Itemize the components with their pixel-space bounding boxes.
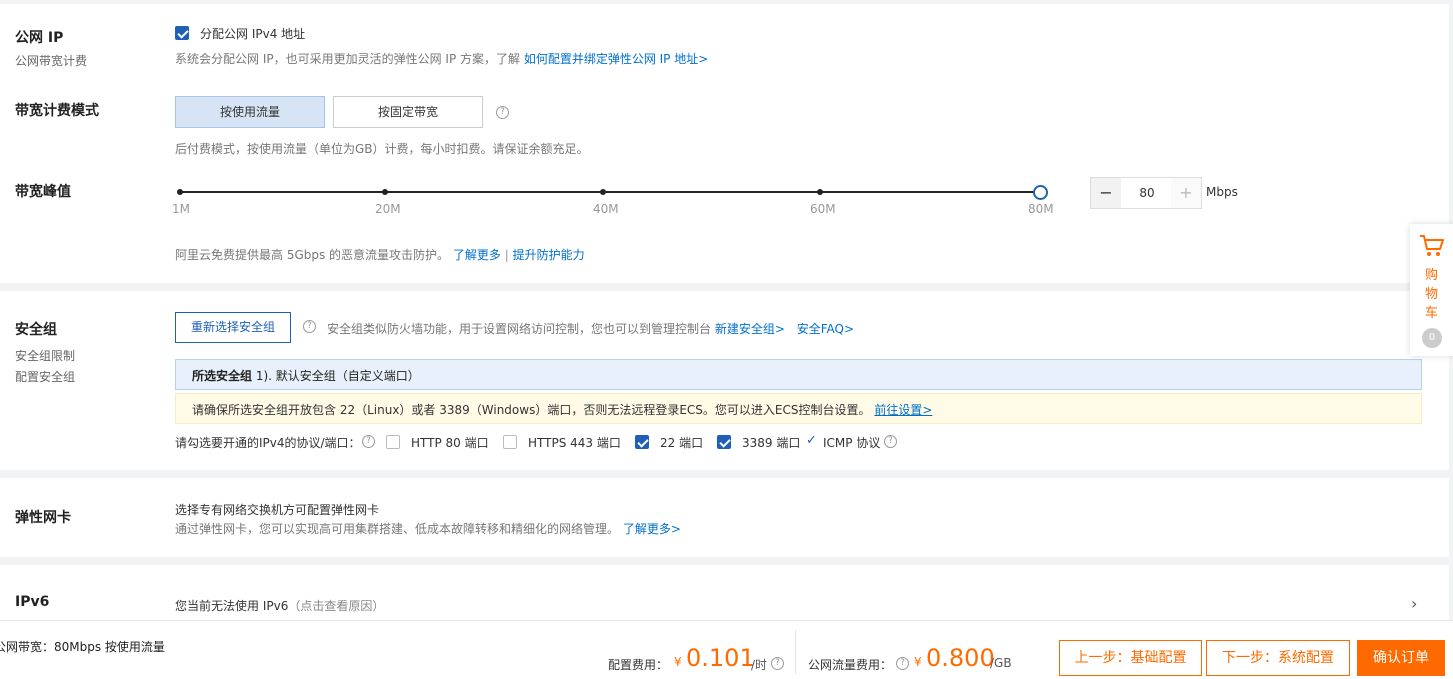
bandwidth-note-text: 阿里云免费提供最高 5Gbps 的恶意流量攻击防护。 bbox=[175, 248, 450, 262]
http-80-checkbox[interactable] bbox=[386, 435, 400, 449]
security-group-title: 安全组 bbox=[15, 322, 57, 338]
traffic-fee-currency: ¥ bbox=[914, 655, 922, 669]
icmp-label: ICMP 协议 bbox=[823, 436, 881, 450]
stepper-minus-button[interactable]: − bbox=[1091, 178, 1121, 208]
port-3389-label: 3389 端口 bbox=[742, 436, 801, 450]
public-ip-desc-text: 系统会分配公网 IP，也可采用更加灵活的弹性公网 IP 方案，了解 bbox=[175, 52, 520, 66]
new-security-group-link[interactable]: 新建安全组> bbox=[715, 322, 785, 336]
stepper-plus-button[interactable]: + bbox=[1171, 178, 1201, 208]
traffic-fee-label: 公网流量费用： bbox=[808, 658, 893, 672]
selected-security-group: 所选安全组 1). 默认安全组（自定义端口） bbox=[192, 367, 420, 384]
cart-label-2: 物 bbox=[1425, 287, 1439, 302]
public-ip-subtitle: 公网带宽计费 bbox=[15, 54, 88, 68]
cart-icon bbox=[1420, 235, 1444, 256]
config-fee-label: 配置费用： bbox=[608, 658, 669, 672]
bandwidth-stepper: − 80 + bbox=[1090, 177, 1202, 209]
port-22-label: 22 端口 bbox=[660, 436, 704, 450]
security-group-desc-text: 安全组类似防火墙功能，用于设置网络访问控制，您也可以到管理控制台 bbox=[327, 322, 712, 336]
eni-title: 弹性网卡 bbox=[15, 510, 71, 526]
eni-line-2: 通过弹性网卡，您可以实现高可用集群搭建、低成本故障转移和精细化的网络管理。 了解… bbox=[175, 520, 681, 537]
reselect-security-group-button[interactable]: 重新选择安全组 bbox=[175, 312, 291, 343]
security-group-subtitle-2: 配置安全组 bbox=[15, 370, 76, 384]
slider-stop-20m bbox=[382, 189, 388, 195]
config-fee-help-icon[interactable]: ? bbox=[771, 657, 784, 670]
slider-stop-40m bbox=[600, 189, 606, 195]
https-443-label: HTTPS 443 端口 bbox=[528, 436, 621, 450]
bandwidth-note: 阿里云免费提供最高 5Gbps 的恶意流量攻击防护。 了解更多 | 提升防护能力 bbox=[175, 246, 585, 263]
improve-protection-link[interactable]: 提升防护能力 bbox=[513, 248, 585, 262]
config-fee-currency: ¥ bbox=[674, 655, 682, 669]
billing-help-icon[interactable]: ? bbox=[496, 106, 509, 119]
port-3389-checkbox[interactable] bbox=[717, 435, 731, 449]
ports-help-icon[interactable]: ? bbox=[362, 435, 375, 448]
port-22-checkbox[interactable] bbox=[635, 435, 649, 449]
traffic-fee-value: 0.800 bbox=[926, 644, 995, 672]
icmp-help-icon[interactable]: ? bbox=[884, 435, 897, 448]
port-warning-text: 请确保所选安全组开放包含 22（Linux）或者 3389（Windows）端口… bbox=[192, 403, 871, 417]
footer-divider bbox=[795, 630, 796, 674]
config-fee-unit: /时 bbox=[751, 658, 768, 672]
ipv6-chevron-right-icon[interactable]: › bbox=[1411, 594, 1417, 613]
eni-learn-more-link[interactable]: 了解更多> bbox=[623, 522, 681, 536]
cart-count-badge: 0 bbox=[1422, 328, 1442, 348]
billing-traffic-button[interactable]: 按使用流量 bbox=[175, 96, 325, 128]
security-faq-link[interactable]: 安全FAQ> bbox=[797, 322, 854, 336]
selected-security-group-value: 1). 默认安全组（自定义端口） bbox=[255, 369, 420, 383]
tick-40m: 40M bbox=[593, 202, 619, 216]
cart-label-3: 车 bbox=[1425, 306, 1439, 321]
bandwidth-slider-track[interactable] bbox=[180, 191, 1040, 193]
http-80-label: HTTP 80 端口 bbox=[411, 436, 489, 450]
public-ip-title: 公网 IP bbox=[15, 30, 64, 46]
icmp-check-icon: ✓ bbox=[806, 433, 817, 448]
cart-panel[interactable]: 购 物 车 0 bbox=[1410, 224, 1453, 356]
eni-line-2-text: 通过弹性网卡，您可以实现高可用集群搭建、低成本故障转移和精细化的网络管理。 bbox=[175, 522, 620, 536]
note-separator: | bbox=[504, 248, 509, 262]
ports-label: 请勾选要开通的IPv4的协议/端口： bbox=[175, 436, 361, 450]
eni-line-1: 选择专有网络交换机方可配置弹性网卡 bbox=[175, 503, 380, 517]
security-group-desc: 安全组类似防火墙功能，用于设置网络访问控制，您也可以到管理控制台 新建安全组> … bbox=[327, 320, 854, 337]
billing-mode-desc: 后付费模式，按使用流量（单位为GB）计费，每小时扣费。请保证余额充足。 bbox=[175, 142, 589, 156]
https-443-checkbox[interactable] bbox=[503, 435, 517, 449]
bandwidth-slider-handle[interactable] bbox=[1033, 185, 1048, 200]
bandwidth-value-input[interactable]: 80 bbox=[1121, 178, 1173, 208]
eip-config-link[interactable]: 如何配置并绑定弹性公网 IP 地址> bbox=[524, 52, 708, 66]
slider-stop-1m bbox=[177, 189, 183, 195]
tick-60m: 60M bbox=[810, 202, 836, 216]
bandwidth-title: 带宽峰值 bbox=[15, 184, 71, 200]
confirm-order-button[interactable]: 确认订单 bbox=[1357, 640, 1445, 676]
bandwidth-unit: Mbps bbox=[1206, 185, 1238, 199]
traffic-fee-help-icon[interactable]: ? bbox=[896, 657, 909, 670]
assign-ipv4-label: 分配公网 IPv4 地址 bbox=[200, 27, 306, 41]
public-ip-desc: 系统会分配公网 IP，也可采用更加灵活的弹性公网 IP 方案，了解 如何配置并绑… bbox=[175, 50, 708, 67]
traffic-fee-unit: /GB bbox=[990, 656, 1012, 670]
port-warning: 请确保所选安全组开放包含 22（Linux）或者 3389（Windows）端口… bbox=[192, 401, 932, 418]
ipv6-desc[interactable]: 您当前无法使用 IPv6（点击查看原因） bbox=[175, 597, 384, 614]
ipv6-desc-hint: （点击查看原因） bbox=[288, 599, 385, 613]
next-step-button[interactable]: 下一步：系统配置 bbox=[1206, 640, 1350, 676]
selected-security-group-label: 所选安全组 bbox=[192, 369, 253, 383]
tick-1m: 1M bbox=[172, 202, 190, 216]
cart-label-1: 购 bbox=[1425, 268, 1439, 283]
ipv6-title: IPv6 bbox=[15, 594, 50, 610]
footer-summary: 公网带宽：80Mbps 按使用流量 bbox=[0, 640, 165, 654]
tick-80m: 80M bbox=[1028, 202, 1054, 216]
billing-mode-title: 带宽计费模式 bbox=[15, 103, 99, 119]
tick-20m: 20M bbox=[375, 202, 401, 216]
slider-stop-60m bbox=[817, 189, 823, 195]
go-settings-link[interactable]: 前往设置> bbox=[874, 403, 932, 417]
learn-more-link[interactable]: 了解更多 bbox=[453, 248, 501, 262]
security-group-help-icon[interactable]: ? bbox=[303, 320, 316, 333]
assign-ipv4-checkbox[interactable] bbox=[175, 26, 189, 40]
ipv6-desc-text: 您当前无法使用 IPv6 bbox=[175, 599, 289, 613]
config-fee-value: 0.101 bbox=[686, 644, 755, 672]
security-group-subtitle-1: 安全组限制 bbox=[15, 349, 76, 363]
prev-step-button[interactable]: 上一步：基础配置 bbox=[1059, 640, 1202, 676]
billing-fixed-button[interactable]: 按固定带宽 bbox=[333, 96, 483, 128]
